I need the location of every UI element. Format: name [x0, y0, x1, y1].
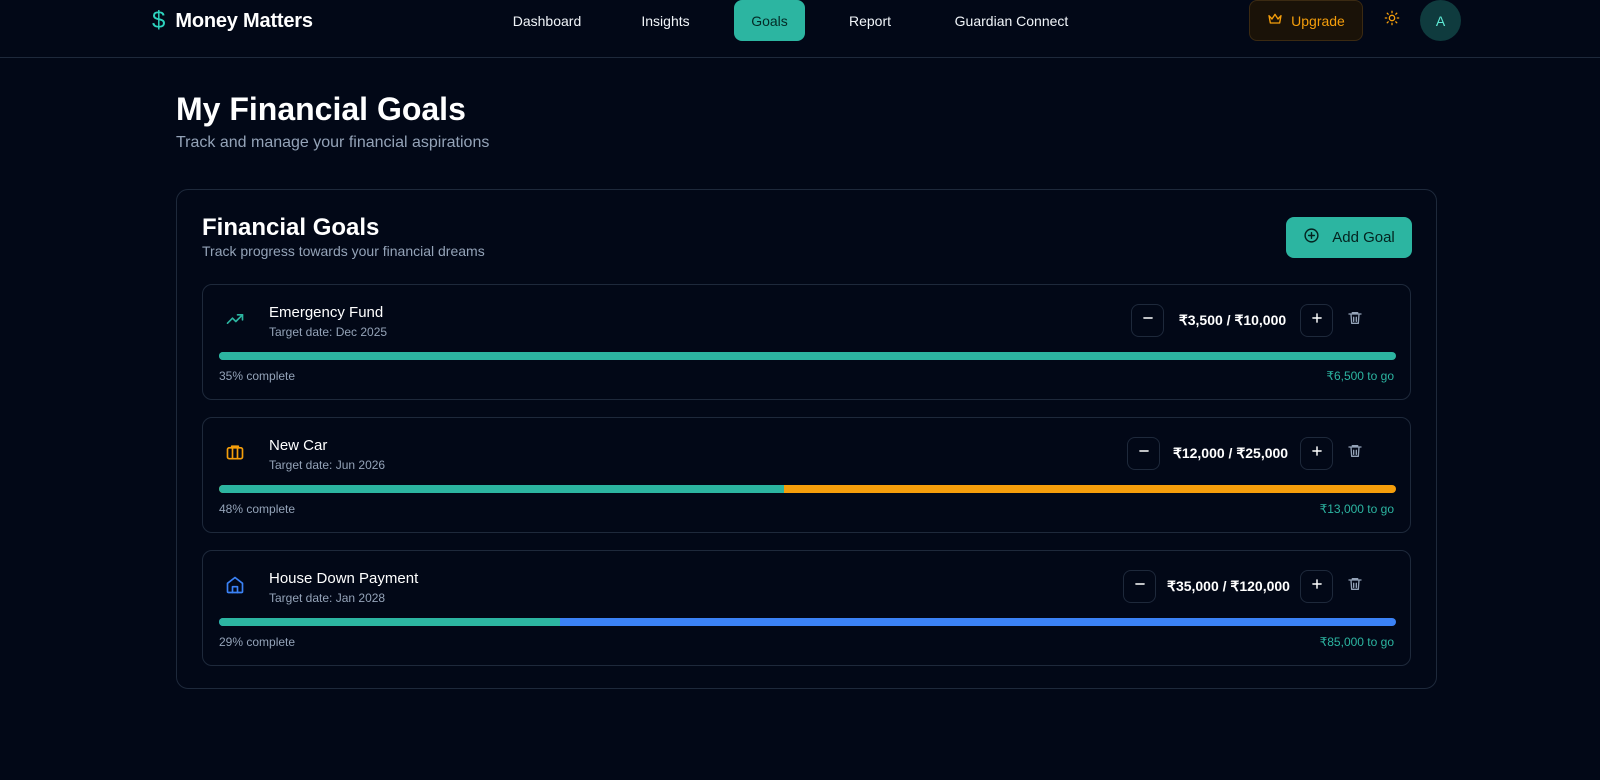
minus-icon	[1141, 311, 1155, 330]
goal-progress-bar	[219, 352, 1396, 360]
delete-goal-button[interactable]	[1344, 442, 1366, 464]
goal-target-date: Target date: Jun 2026	[269, 458, 386, 472]
goal-amount: ₹12,000 / ₹25,000	[1172, 445, 1289, 461]
goal-name: Emergency Fund	[269, 304, 384, 321]
top-navigation-bar: $ Money Matters Dashboard Insights Goals…	[0, 0, 1600, 58]
goal-progress-fill	[219, 485, 784, 493]
page-subtitle: Track and manage your financial aspirati…	[176, 134, 490, 151]
increase-button[interactable]	[1300, 437, 1333, 470]
plus-icon	[1310, 444, 1324, 463]
minus-icon	[1133, 577, 1147, 596]
add-goal-button[interactable]: Add Goal	[1286, 217, 1412, 258]
decrease-button[interactable]	[1123, 570, 1156, 603]
page-title: My Financial Goals	[176, 91, 466, 127]
avatar[interactable]: A	[1420, 0, 1461, 41]
home-icon	[223, 573, 247, 597]
goal-amount: ₹3,500 / ₹10,000	[1178, 312, 1287, 328]
brand-name: Money Matters	[175, 9, 313, 32]
goal-name: House Down Payment	[269, 570, 419, 587]
trash-icon	[1347, 443, 1363, 464]
increase-button[interactable]	[1300, 304, 1333, 337]
trending-up-icon	[223, 307, 247, 331]
goal-progress-fill	[219, 352, 631, 360]
plus-icon	[1310, 577, 1324, 596]
increase-button[interactable]	[1300, 570, 1333, 603]
add-goal-label: Add Goal	[1332, 229, 1395, 246]
goal-item: House Down Payment Target date: Jan 2028…	[202, 550, 1411, 666]
goal-progress-bar	[219, 485, 1396, 493]
goal-remaining: ₹85,000 to go	[1319, 635, 1394, 649]
theme-toggle-button[interactable]	[1380, 8, 1404, 32]
decrease-button[interactable]	[1131, 304, 1164, 337]
dollar-icon: $	[152, 7, 166, 34]
nav-report[interactable]: Report	[835, 0, 905, 41]
nav-goals[interactable]: Goals	[734, 0, 805, 41]
trash-icon	[1347, 310, 1363, 331]
sun-icon	[1384, 10, 1400, 31]
goal-target-date: Target date: Dec 2025	[269, 325, 388, 339]
upgrade-button[interactable]: Upgrade	[1249, 0, 1363, 41]
financial-goals-card: Financial Goals Track progress towards y…	[176, 189, 1437, 689]
goal-remaining: ₹13,000 to go	[1319, 502, 1394, 516]
main-nav: Dashboard Insights Goals Report Guardian…	[494, 0, 1083, 41]
decrease-button[interactable]	[1127, 437, 1160, 470]
nav-guardian-connect[interactable]: Guardian Connect	[940, 0, 1083, 41]
goal-remaining: ₹6,500 to go	[1326, 369, 1394, 383]
plus-circle-icon	[1303, 227, 1320, 248]
plus-icon	[1310, 311, 1324, 330]
goal-item: Emergency Fund Target date: Dec 2025 ₹3,…	[202, 284, 1411, 400]
nav-dashboard[interactable]: Dashboard	[494, 0, 600, 41]
goal-item: New Car Target date: Jun 2026 ₹12,000 / …	[202, 417, 1411, 533]
nav-insights[interactable]: Insights	[631, 0, 700, 41]
goal-percent-complete: 48% complete	[219, 502, 296, 516]
crown-icon	[1267, 11, 1283, 30]
goal-percent-complete: 35% complete	[219, 369, 296, 383]
goal-progress-bar	[219, 618, 1396, 626]
goal-amount: ₹35,000 / ₹120,000	[1167, 578, 1290, 594]
card-title: Financial Goals	[202, 214, 380, 241]
card-subtitle: Track progress towards your financial dr…	[202, 243, 485, 259]
minus-icon	[1137, 444, 1151, 463]
goal-name: New Car	[269, 437, 328, 454]
goal-progress-fill	[219, 618, 561, 626]
briefcase-icon	[223, 440, 247, 464]
delete-goal-button[interactable]	[1344, 575, 1366, 597]
goal-percent-complete: 29% complete	[219, 635, 296, 649]
delete-goal-button[interactable]	[1344, 309, 1366, 331]
goal-target-date: Target date: Jan 2028	[269, 591, 386, 605]
trash-icon	[1347, 576, 1363, 597]
brand[interactable]: $ Money Matters	[152, 6, 313, 36]
upgrade-label: Upgrade	[1291, 12, 1345, 29]
